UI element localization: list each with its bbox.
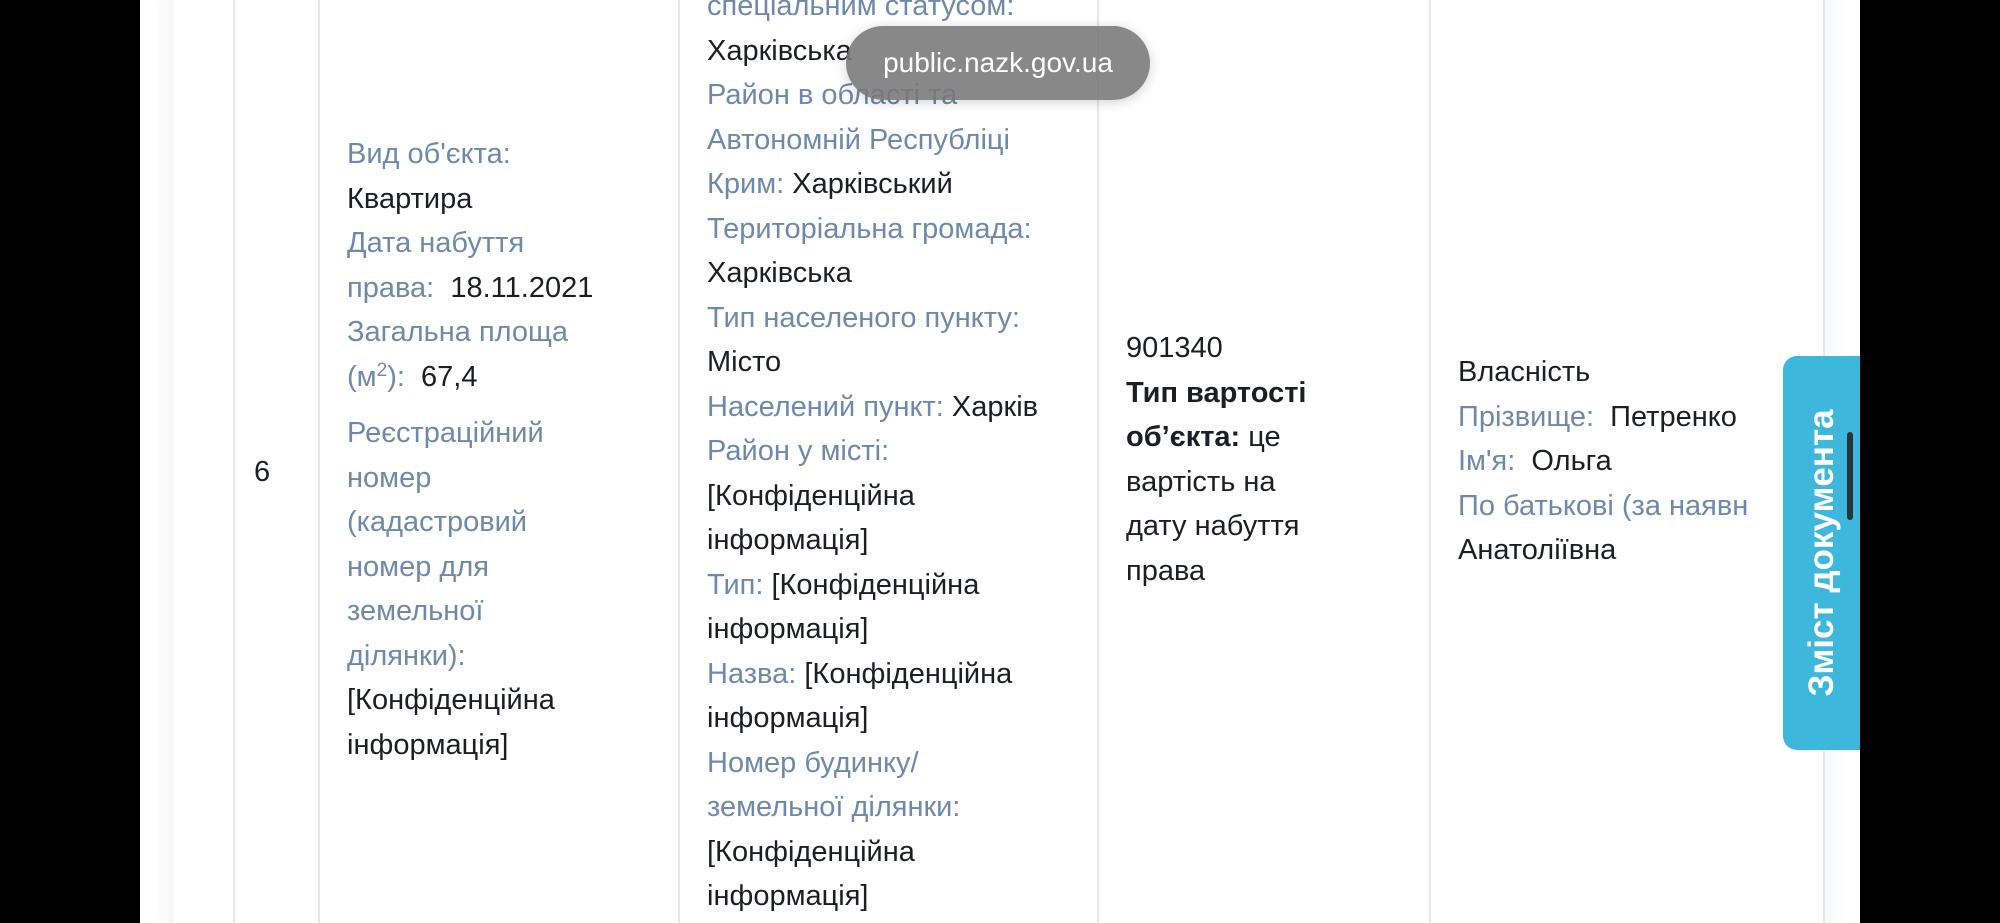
city-district-value: інформація] xyxy=(707,524,869,556)
object-type-label: Вид об'єкта: xyxy=(347,138,511,170)
registration-number-label: Реєстраційний xyxy=(347,417,544,449)
registration-number-label: номер для xyxy=(347,550,489,583)
first-name-value: Ольга xyxy=(1531,445,1612,477)
cost-type-value: вартість на xyxy=(1126,465,1276,498)
right-type-value: Власність xyxy=(1458,356,1591,388)
cost-type-value: це xyxy=(1248,421,1281,453)
acquisition-date-label: Дата набуття xyxy=(347,227,525,259)
total-area-label: Загальна площа xyxy=(347,316,569,348)
cost-type-value: права xyxy=(1126,554,1206,587)
address-cell: спеціальним статусом: Харківська Район в… xyxy=(707,0,1087,919)
street-type-value: інформація] xyxy=(707,613,869,645)
registration-number-label: ділянки): xyxy=(347,639,466,672)
acquisition-date-label: права: xyxy=(347,271,435,304)
settlement-type-value: Місто xyxy=(707,346,782,378)
special-status-label: спеціальним статусом: xyxy=(707,0,1015,22)
object-info-cell: Вид об'єкта: Квартира Дата набуття права… xyxy=(347,132,667,767)
cost-value: 901340 xyxy=(1126,332,1223,364)
column-border xyxy=(1097,0,1099,923)
column-border xyxy=(1429,0,1431,923)
column-border xyxy=(678,0,680,923)
total-area-unit: (м2): xyxy=(347,359,405,393)
registration-number-value: інформація] xyxy=(347,728,509,761)
community-label: Територіальна громада: xyxy=(707,212,1032,245)
city-district-label: Район у місті: xyxy=(707,435,890,467)
house-number-value: [Конфіденційна xyxy=(707,835,915,868)
settlement-type-label: Тип населеного пункту: xyxy=(707,301,1020,334)
street-name-label: Назва: xyxy=(707,657,797,690)
registration-number-label: номер xyxy=(347,461,432,494)
row-number: 6 xyxy=(254,456,271,488)
street-type-value: [Конфіденційна xyxy=(771,568,980,601)
house-number-value: інформація] xyxy=(707,880,869,912)
district-value: Харківський xyxy=(792,168,953,200)
settlement-label: Населений пункт: xyxy=(707,390,944,423)
table-of-contents-label: Зміст документа xyxy=(1802,409,1841,697)
table-of-contents-tab[interactable]: Зміст документа xyxy=(1783,356,1860,750)
street-name-value: інформація] xyxy=(707,702,869,734)
district-label: Крим: xyxy=(707,168,785,200)
registration-number-value: [Конфіденційна xyxy=(347,684,555,716)
cost-type-label: Тип вартості xyxy=(1126,376,1307,409)
cost-type-label: об’єкта: xyxy=(1126,421,1241,453)
scrollbar-thumb[interactable] xyxy=(1847,432,1853,520)
patronymic-value: Анатоліївна xyxy=(1458,534,1617,566)
house-number-label: Номер будинку/ xyxy=(707,746,919,779)
url-toast[interactable]: public.nazk.gov.ua xyxy=(846,26,1150,100)
first-name-label: Ім'я: xyxy=(1458,445,1516,477)
street-type-label: Тип: xyxy=(707,568,764,601)
total-area-value: 67,4 xyxy=(421,360,478,393)
region-value: Харківська xyxy=(707,34,852,67)
patronymic-label: По батькові (за наявн xyxy=(1458,489,1749,522)
district-label: Автономній Республіці xyxy=(707,123,1010,156)
city-district-value: [Конфіденційна xyxy=(707,479,915,512)
registration-number-label: земельної xyxy=(347,595,484,627)
acquisition-date-value: 18.11.2021 xyxy=(450,271,594,304)
street-name-value: [Конфіденційна xyxy=(804,657,1013,690)
settlement-value: Харків xyxy=(951,390,1039,423)
community-value: Харківська xyxy=(707,257,852,289)
registration-number-label: (кадастровий xyxy=(347,506,528,538)
house-number-label: земельної ділянки: xyxy=(707,791,961,823)
rights-cell: Власність Прізвище: Петренко Ім'я: Ольга… xyxy=(1458,350,1788,573)
column-border xyxy=(233,0,235,923)
object-type-value: Квартира xyxy=(347,182,473,215)
surname-label: Прізвище: xyxy=(1458,400,1595,433)
cost-type-value: дату набуття xyxy=(1126,510,1300,542)
cost-cell: 901340 Тип вартості об’єкта: це вартість… xyxy=(1126,326,1426,593)
surname-value: Петренко xyxy=(1610,400,1737,433)
column-border xyxy=(318,0,320,923)
